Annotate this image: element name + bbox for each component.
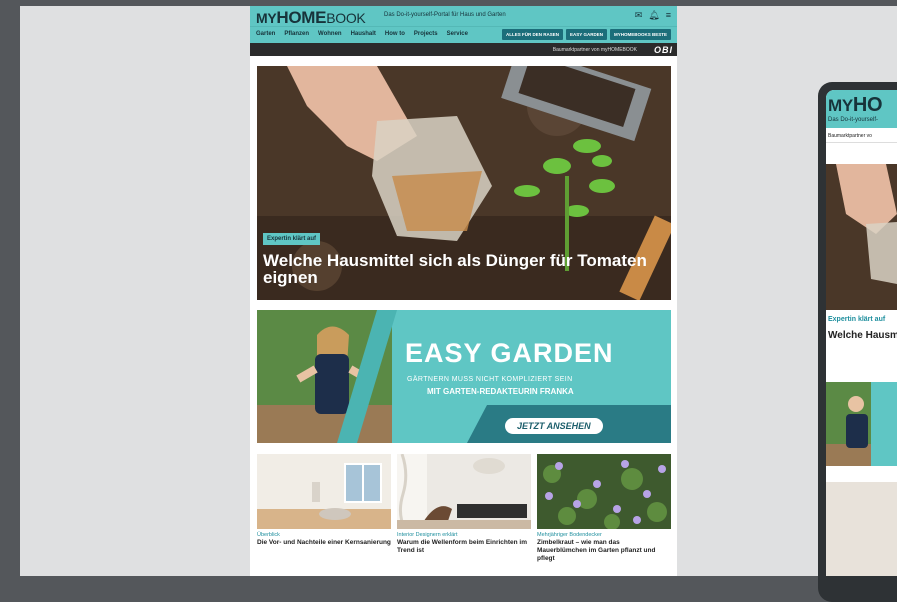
pill-beste[interactable]: MYHOMEBOOKS BESTE (609, 29, 671, 40)
article-image (537, 454, 671, 529)
article-title[interactable]: Warum die Wellenform beim Einrichten im … (397, 539, 531, 555)
partner-text: Baumarktpartner von myHOMEBOOK (552, 47, 637, 53)
pill-rasen[interactable]: ALLES FÜR DEN RASEN (502, 29, 564, 40)
mobile-hero-image[interactable] (826, 164, 897, 310)
article-title[interactable]: Die Vor- und Nachteile einer Kernsanieru… (257, 539, 391, 547)
nav-link-haushalt[interactable]: Haushalt (351, 31, 376, 37)
article-image (257, 454, 391, 529)
mobile-tagline: Das Do-it-yourself- (828, 117, 879, 123)
article-kicker: Mehrjähriger Bodendecker (537, 532, 602, 538)
logo-my: MY (256, 10, 277, 26)
nav-link-garten[interactable]: Garten (256, 31, 275, 37)
article-card[interactable]: Mehrjähriger Bodendecker Zimbelkraut – w… (537, 454, 671, 563)
hero-kicker: Expertin klärt auf (263, 233, 321, 245)
banner-subtitle-1: GÄRTNERN MUSS NICHT KOMPLIZIERT SEIN (407, 376, 573, 383)
mobile-logo[interactable]: MYHO (828, 94, 883, 117)
mobile-hero-title[interactable]: Welche Hausm eignen (828, 330, 897, 342)
mobile-article-image[interactable] (826, 482, 897, 576)
mobile-easy-garden-banner[interactable] (826, 382, 897, 466)
mobile-logo-home: HO (852, 94, 883, 116)
article-cards: Überblick Die Vor- und Nachteile einer K… (257, 454, 671, 563)
obi-logo[interactable]: OBI (654, 45, 673, 55)
mobile-preview: MYHO Das Do-it-yourself- Baumarktpartner… (826, 90, 897, 576)
nav-link-wohnen[interactable]: Wohnen (318, 31, 342, 37)
main-nav: Garten Pflanzen Wohnen Haushalt How to P… (250, 26, 677, 43)
site-tagline: Das Do-it-yourself-Portal für Haus und G… (384, 12, 506, 18)
partner-bar: Baumarktpartner von myHOMEBOOK OBI (250, 43, 677, 56)
banner-subtitle-2: MIT GARTEN-REDAKTEURIN FRANKA (427, 387, 574, 396)
site-header: MYHOMEBOOK Das Do-it-yourself-Portal für… (250, 6, 677, 28)
article-kicker: Überblick (257, 532, 280, 538)
article-image (397, 454, 531, 529)
newsletter-icon[interactable]: ✉ (635, 10, 643, 20)
nav-link-service[interactable]: Service (447, 31, 468, 37)
article-title[interactable]: Zimbelkraut – wie man das Mauerblümchen … (537, 539, 671, 563)
jetzt-ansehen-button[interactable]: JETZT ANSEHEN (505, 418, 603, 434)
article-card[interactable]: Überblick Die Vor- und Nachteile einer K… (257, 454, 391, 563)
hero-headline[interactable]: Welche Hausmittel sich als Dünger für To… (263, 252, 663, 286)
nav-link-how-to[interactable]: How to (385, 31, 405, 37)
easy-garden-banner[interactable]: EASY GARDEN GÄRTNERN MUSS NICHT KOMPLIZI… (257, 310, 671, 443)
pill-easy-garden[interactable]: EASY GARDEN (566, 29, 607, 40)
mobile-partner-bar: Baumarktpartner vo (826, 128, 897, 143)
menu-icon[interactable]: ≡ (666, 10, 671, 20)
logo-home: HOME (276, 8, 327, 27)
article-kicker: Interior Designern erklärt (397, 532, 458, 538)
mobile-partner-text: Baumarktpartner vo (828, 133, 872, 139)
banner-title: EASY GARDEN (405, 338, 614, 368)
mobile-hero-kicker: Expertin klärt auf (828, 316, 886, 323)
bell-icon[interactable]: 🔔︎ (648, 10, 659, 20)
article-card[interactable]: Interior Designern erklärt Warum die Wel… (397, 454, 531, 563)
mobile-logo-my: MY (828, 96, 853, 115)
mobile-header: MYHO Das Do-it-yourself- (826, 90, 897, 128)
site-logo[interactable]: MYHOMEBOOK (256, 8, 366, 28)
desktop-preview: MYHOMEBOOK Das Do-it-yourself-Portal für… (250, 6, 677, 576)
header-icons: ✉ 🔔︎ ≡ (635, 10, 671, 20)
logo-book: BOOK (326, 10, 366, 26)
nav-link-projects[interactable]: Projects (414, 31, 438, 37)
hero-teaser[interactable]: Expertin klärt auf Welche Hausmittel sic… (257, 66, 671, 300)
nav-link-pflanzen[interactable]: Pflanzen (284, 31, 309, 37)
